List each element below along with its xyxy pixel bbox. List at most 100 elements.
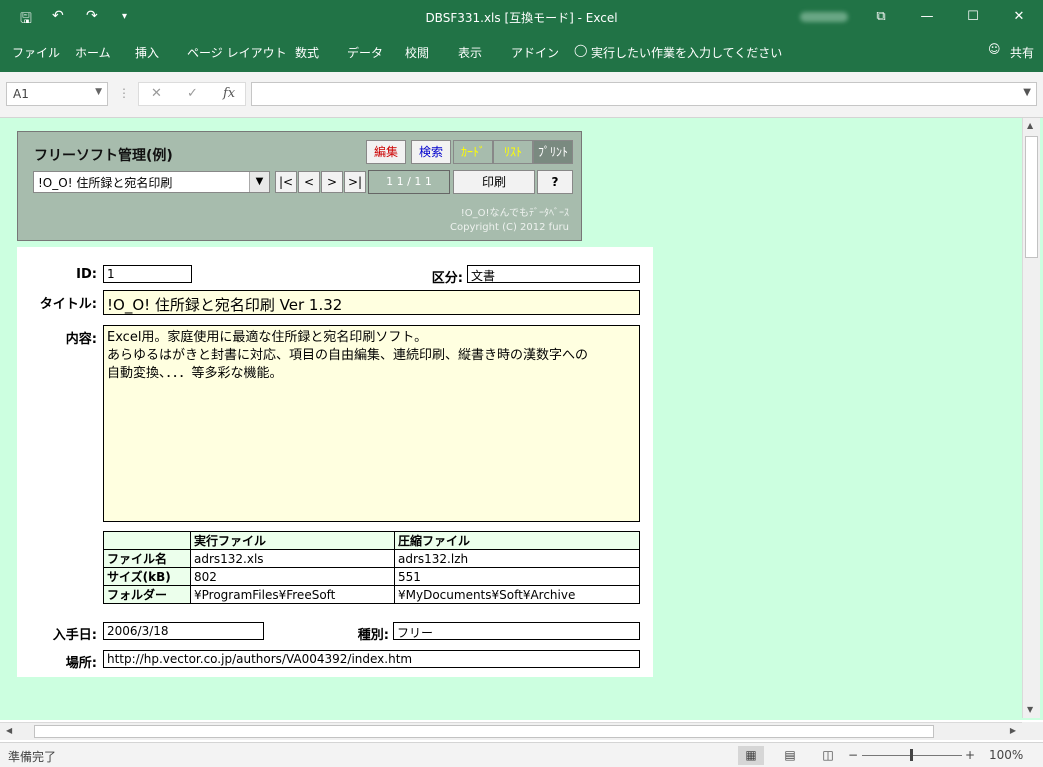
file-table-header-exec: 実行ファイル	[190, 531, 395, 550]
scrollbar-corner	[1022, 722, 1043, 740]
location-field[interactable]: http://hp.vector.co.jp/authors/VA004392/…	[103, 650, 640, 668]
edit-button[interactable]: 編集	[366, 140, 406, 164]
close-button[interactable]: ✕	[996, 0, 1042, 34]
zoom-in-button[interactable]: +	[960, 746, 980, 765]
scroll-up-icon[interactable]: ▲	[1027, 121, 1033, 130]
tab-file[interactable]: ファイル	[12, 44, 60, 61]
chevron-down-icon[interactable]: ▼	[249, 172, 269, 192]
table-cell[interactable]: adrs132.xls	[190, 549, 395, 568]
list-button[interactable]: ﾘｽﾄ	[493, 140, 533, 164]
tab-data[interactable]: データ	[347, 44, 383, 61]
type-label: 種別:	[357, 628, 389, 643]
title-bar: 🖫 ↶ ↷ ▾ DBSF331.xls [互換モード] - Excel ⧉ — …	[0, 0, 1043, 34]
page-break-view-icon[interactable]: ◫	[815, 746, 841, 765]
formula-buttons: ✕ ✓ fx	[138, 82, 246, 106]
name-box-value: A1	[13, 87, 29, 101]
record-combo[interactable]: !O_O! 住所録と宛名印刷 ▼	[33, 171, 270, 193]
scroll-down-icon[interactable]: ▼	[1027, 705, 1033, 714]
id-field[interactable]: 1	[103, 265, 192, 283]
tab-formulas[interactable]: 数式	[295, 44, 319, 61]
account-name[interactable]	[800, 12, 848, 22]
zoom-level[interactable]: 100%	[989, 748, 1023, 762]
file-table-header-blank	[103, 531, 191, 550]
record-combo-value: !O_O! 住所録と宛名印刷	[38, 176, 173, 190]
table-cell[interactable]: ¥ProgramFiles¥FreeSoft	[190, 585, 395, 604]
page-layout-view-icon[interactable]: ▤	[777, 746, 803, 765]
tell-me-search[interactable]: 実行したい作業を入力してください	[591, 44, 782, 61]
formula-bar: A1 ▼ ⋮ ✕ ✓ fx ▼	[0, 72, 1043, 118]
name-box[interactable]: A1 ▼	[6, 82, 108, 106]
row-label-size: サイズ(kB)	[103, 567, 191, 586]
vertical-scrollbar[interactable]: ▲ ▼	[1022, 118, 1040, 718]
tab-insert[interactable]: 挿入	[135, 44, 159, 61]
share-button[interactable]: 共有	[1010, 44, 1034, 61]
acquired-field[interactable]: 2006/3/18	[103, 622, 264, 640]
ribbon-display-options-icon[interactable]: ⧉	[858, 0, 904, 34]
content-label: 内容:	[65, 332, 97, 347]
table-cell[interactable]: adrs132.lzh	[394, 549, 640, 568]
scroll-left-icon[interactable]: ◀	[6, 726, 12, 735]
maximize-button[interactable]: ☐	[950, 0, 996, 34]
category-field[interactable]: 文書	[467, 265, 640, 283]
ribbon-tabs: ファイル ホーム 挿入 ページ レイアウト 数式 データ 校閲 表示 アドイン …	[0, 34, 1043, 72]
enter-icon[interactable]: ✓	[187, 86, 198, 101]
last-record-button[interactable]: >|	[344, 171, 366, 193]
print-tab-button[interactable]: ﾌﾟﾘﾝﾄ	[533, 140, 573, 164]
first-record-button[interactable]: |<	[275, 171, 297, 193]
formula-bar-grip-icon: ⋮	[118, 86, 130, 100]
prev-record-button[interactable]: <	[298, 171, 320, 193]
location-label: 場所:	[65, 656, 97, 671]
table-cell[interactable]: 551	[394, 567, 640, 586]
chevron-down-icon[interactable]: ▼	[95, 87, 102, 97]
content-line-1: Excel用。家庭使用に最適な住所録と宛名印刷ソフト。	[107, 330, 428, 345]
horizontal-scroll-thumb[interactable]	[34, 725, 934, 738]
copyright-line-1: !O_O!なんでもﾃﾞｰﾀﾍﾞｰｽ	[460, 208, 569, 219]
tab-review[interactable]: 校閲	[405, 44, 429, 61]
person-icon: ☺	[988, 42, 1001, 56]
status-text: 準備完了	[8, 750, 57, 764]
file-table: 実行ファイル 圧縮ファイル ファイル名 adrs132.xls adrs132.…	[103, 531, 640, 604]
insert-function-icon[interactable]: fx	[223, 86, 235, 101]
copyright-line-2: Copyright (C) 2012 furu	[450, 222, 569, 233]
type-field[interactable]: フリー	[393, 622, 640, 640]
search-button[interactable]: 検索	[411, 140, 451, 164]
normal-view-icon[interactable]: ▦	[738, 746, 764, 765]
control-panel: フリーソフト管理(例) 編集 検索 ｶｰﾄﾞ ﾘｽﾄ ﾌﾟﾘﾝﾄ !O_O! 住…	[17, 131, 582, 241]
vertical-scroll-thumb[interactable]	[1025, 136, 1038, 258]
lightbulb-icon: ◯	[574, 43, 588, 57]
file-table-header: 実行ファイル 圧縮ファイル	[103, 531, 640, 550]
row-label-folder: フォルダー	[103, 585, 191, 604]
table-cell[interactable]: ¥MyDocuments¥Soft¥Archive	[394, 585, 640, 604]
content-line-3: 自動変換、．．．等多彩な機能。	[107, 366, 283, 381]
card-button[interactable]: ｶｰﾄﾞ	[453, 140, 493, 164]
tab-home[interactable]: ホーム	[75, 44, 111, 61]
acquired-label: 入手日:	[52, 628, 97, 643]
row-label-filename: ファイル名	[103, 549, 191, 568]
tab-view[interactable]: 表示	[458, 44, 482, 61]
file-table-header-archive: 圧縮ファイル	[394, 531, 640, 550]
content-field[interactable]: Excel用。家庭使用に最適な住所録と宛名印刷ソフト。 あらゆるはがきと封書に対…	[103, 325, 640, 522]
title-field[interactable]: !O_O! 住所録と宛名印刷 Ver 1.32	[103, 290, 640, 315]
status-bar: 準備完了 ▦ ▤ ◫ − + 100%	[0, 742, 1043, 767]
scroll-right-icon[interactable]: ▶	[1010, 726, 1016, 735]
tab-page-layout[interactable]: ページ レイアウト	[187, 44, 287, 61]
formula-input[interactable]: ▼	[251, 82, 1037, 106]
record-pager: 1 1 / 1 1	[368, 170, 450, 194]
title-label: タイトル:	[39, 297, 97, 312]
minimize-button[interactable]: —	[904, 0, 950, 34]
content-line-2: あらゆるはがきと封書に対応、項目の自由編集、連続印刷、縦書き時の漢数字への	[107, 348, 589, 363]
table-cell[interactable]: 802	[190, 567, 395, 586]
help-button[interactable]: ?	[537, 170, 573, 194]
expand-formula-bar-icon[interactable]: ▼	[1023, 87, 1031, 98]
next-record-button[interactable]: >	[321, 171, 343, 193]
horizontal-scrollbar[interactable]: ◀ ▶	[0, 722, 1022, 740]
copyright: !O_O!なんでもﾃﾞｰﾀﾍﾞｰｽ Copyright (C) 2012 fur…	[450, 207, 569, 235]
zoom-slider-thumb[interactable]	[910, 749, 913, 761]
id-label: ID:	[76, 267, 97, 282]
zoom-out-button[interactable]: −	[843, 746, 863, 765]
tab-addins[interactable]: アドイン	[511, 44, 559, 61]
panel-title: フリーソフト管理(例)	[34, 148, 173, 164]
table-row: サイズ(kB) 802 551	[103, 567, 640, 586]
cancel-icon[interactable]: ✕	[151, 86, 162, 101]
print-button[interactable]: 印刷	[453, 170, 535, 194]
